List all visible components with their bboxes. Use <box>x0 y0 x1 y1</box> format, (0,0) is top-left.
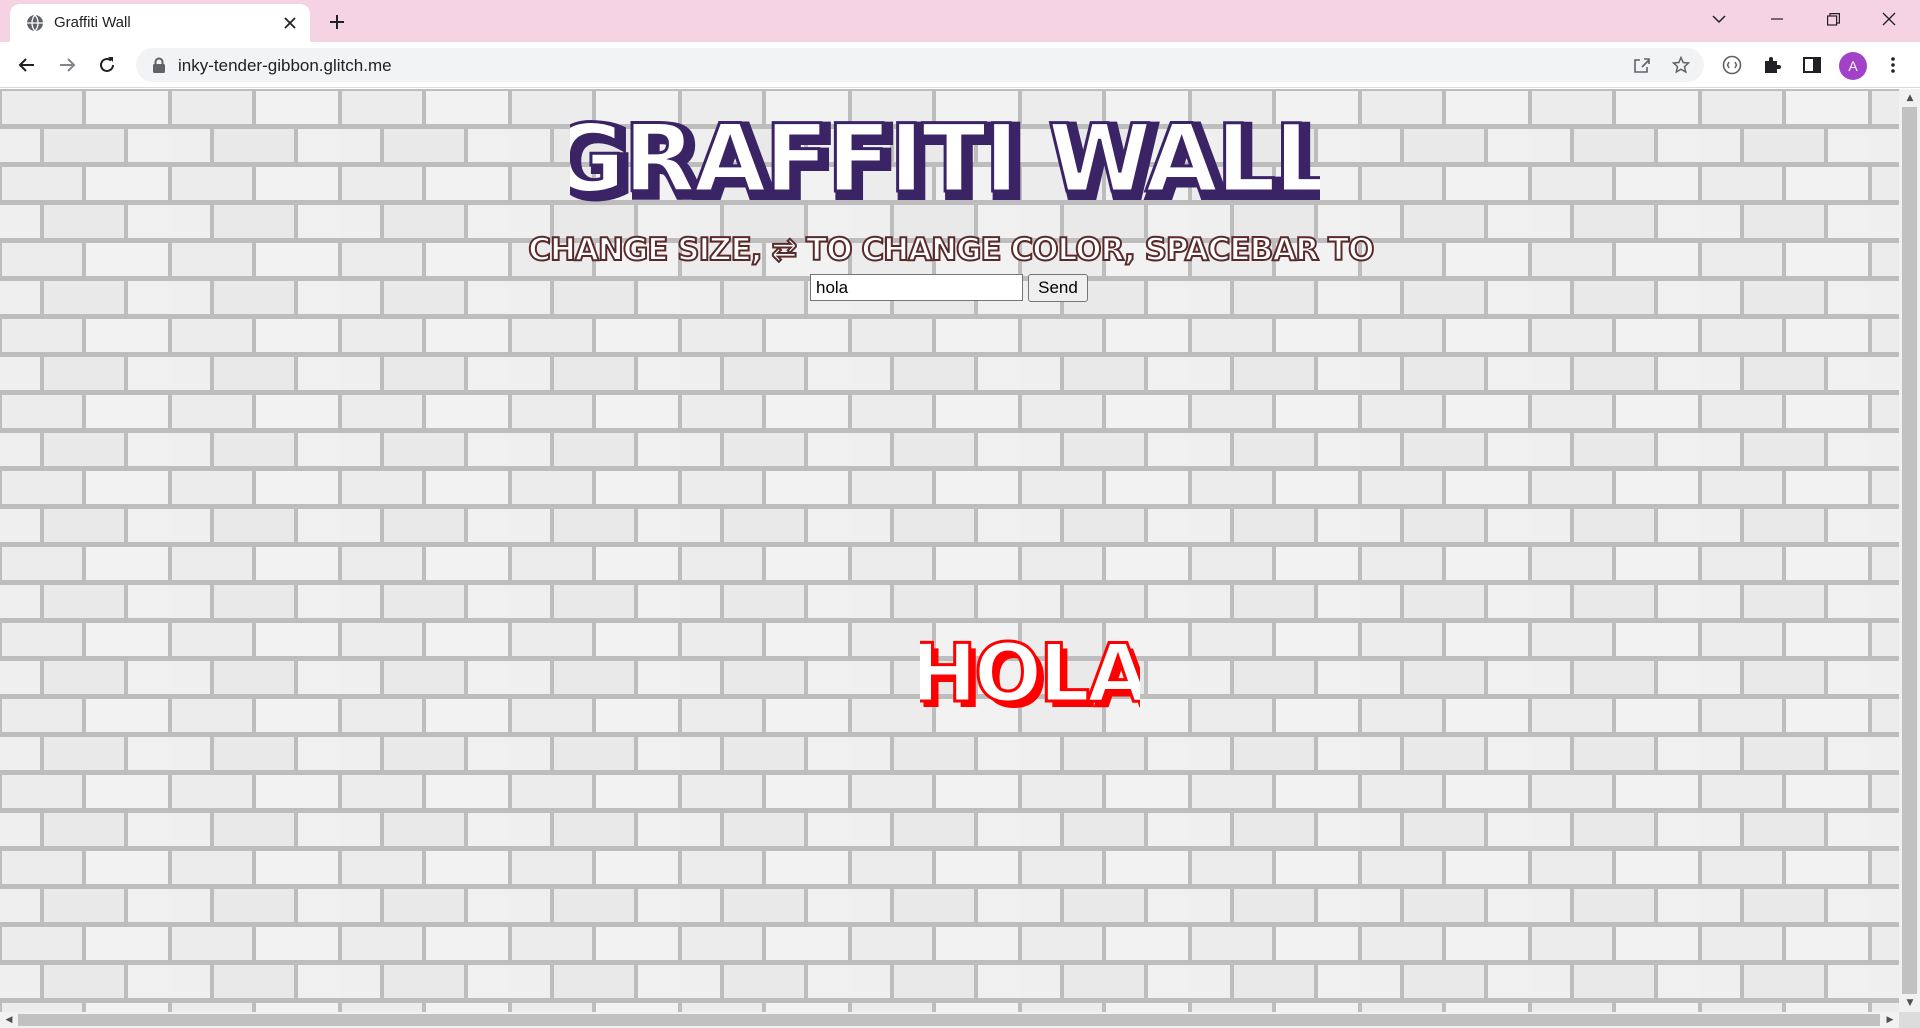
send-button[interactable]: Send <box>1028 274 1088 302</box>
graffiti-text-front: HOLA <box>920 627 1140 717</box>
browser-tab[interactable]: Graffiti Wall <box>10 4 310 42</box>
browser-menu-button[interactable] <box>1879 51 1907 79</box>
instructions-text: ↑↓ TO CHANGE SIZE, ⇄ TO CHANGE COLOR, SP… <box>520 231 1380 269</box>
lock-icon[interactable] <box>152 57 166 73</box>
graffiti-text: HOLA HOLA <box>920 627 1140 717</box>
extensions-menu-button[interactable] <box>1758 51 1786 79</box>
new-tab-button[interactable] <box>324 9 350 35</box>
puzzle-icon <box>1765 57 1781 73</box>
chevron-down-icon <box>1712 15 1726 24</box>
back-button[interactable] <box>12 50 42 80</box>
restore-button[interactable] <box>1810 4 1856 34</box>
bookmark-button[interactable] <box>1669 53 1693 77</box>
scroll-right-icon[interactable]: ▶ <box>1882 1012 1898 1028</box>
forward-icon <box>60 58 76 72</box>
minimize-button[interactable] <box>1754 4 1800 34</box>
profile-avatar[interactable]: A <box>1839 52 1867 80</box>
url-text[interactable]: inky-tender-gibbon.glitch.me <box>178 56 392 76</box>
reload-button[interactable] <box>92 50 122 80</box>
plus-icon <box>330 15 344 29</box>
horizontal-scroll-thumb[interactable] <box>18 1014 1880 1026</box>
scroll-up-icon[interactable]: ▲ <box>1902 90 1918 106</box>
side-panel-icon <box>1803 57 1821 73</box>
extension-button[interactable] <box>1718 51 1746 79</box>
more-vert-icon <box>1891 57 1895 73</box>
close-icon <box>284 17 296 29</box>
page-title-text: GRAFFITI WALL <box>570 107 1320 214</box>
browser-toolbar: inky-tender-gibbon.glitch.me <box>0 42 1920 88</box>
star-icon <box>1672 56 1690 74</box>
horizontal-scrollbar[interactable]: ◀ ▶ <box>0 1012 1899 1028</box>
address-bar[interactable]: inky-tender-gibbon.glitch.me <box>136 48 1704 82</box>
window-close-button[interactable] <box>1866 4 1912 34</box>
tab-strip: Graffiti Wall <box>0 0 1920 42</box>
back-icon <box>18 58 34 72</box>
forward-button[interactable] <box>52 50 82 80</box>
scrollbar-corner <box>1899 1012 1920 1028</box>
minimize-icon <box>1771 18 1783 20</box>
tab-search-button[interactable] <box>1696 4 1742 34</box>
restore-icon <box>1826 12 1840 26</box>
scroll-down-icon[interactable]: ▼ <box>1902 995 1918 1011</box>
extension-circle-icon <box>1722 55 1742 75</box>
page-title: GRAFFITI WALL GRAFFITI WALL <box>570 107 1320 217</box>
scroll-left-icon[interactable]: ◀ <box>1 1012 17 1028</box>
tab-title: Graffiti Wall <box>54 14 131 31</box>
graffiti-wall-canvas[interactable]: GRAFFITI WALL GRAFFITI WALL ↑↓ TO CHANGE… <box>0 89 1899 1012</box>
side-panel-button[interactable] <box>1798 51 1826 79</box>
share-icon <box>1634 58 1650 73</box>
share-button[interactable] <box>1630 53 1654 77</box>
instructions-label: ↑↓ TO CHANGE SIZE, ⇄ TO CHANGE COLOR, SP… <box>520 232 1380 268</box>
globe-icon <box>27 14 43 32</box>
reload-icon <box>100 57 114 72</box>
tab-close-button[interactable] <box>280 13 300 33</box>
vertical-scroll-thumb[interactable] <box>1902 107 1917 994</box>
vertical-scrollbar[interactable]: ▲ ▼ <box>1899 89 1920 1012</box>
close-icon <box>1882 12 1896 26</box>
message-input[interactable] <box>810 274 1023 301</box>
